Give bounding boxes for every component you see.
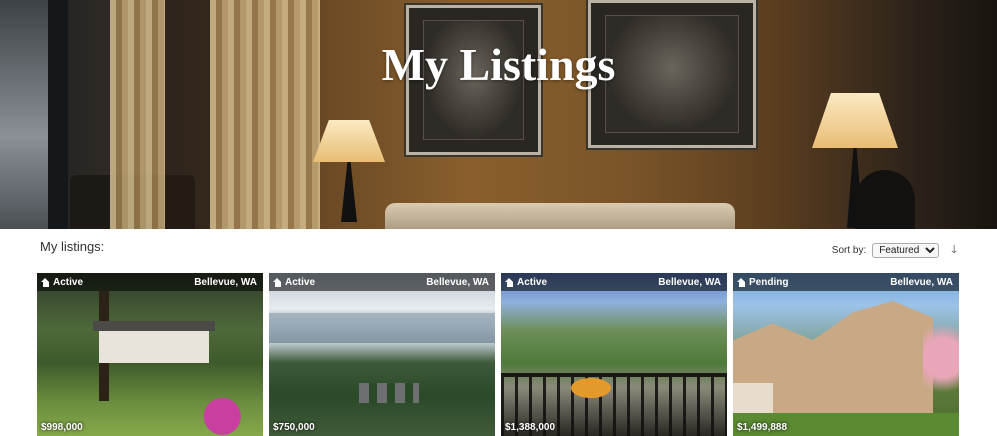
- listing-header-bar: Active Bellevue, WA: [269, 273, 495, 291]
- listing-card[interactable]: Active Bellevue, WA $998,000: [37, 273, 263, 436]
- listing-header-bar: Pending Bellevue, WA: [733, 273, 959, 291]
- listing-price: $1,388,000: [505, 422, 556, 433]
- listing-location: Bellevue, WA: [194, 276, 257, 288]
- listing-price: $1,499,888: [737, 422, 788, 433]
- listing-price: $750,000: [273, 422, 315, 433]
- listing-price: $998,000: [41, 422, 83, 433]
- listing-photo[interactable]: [37, 273, 263, 436]
- sort-label: Sort by:: [831, 245, 867, 256]
- hero-armchair: [855, 170, 915, 229]
- listing-status: Active: [41, 277, 83, 288]
- listing-card[interactable]: Pending Bellevue, WA $1,499,888: [733, 273, 959, 436]
- listing-location: Bellevue, WA: [890, 276, 953, 288]
- listing-header-bar: Active Bellevue, WA: [501, 273, 727, 291]
- hero-banner: My Listings: [0, 0, 997, 229]
- sort-control: Sort by: Featured 🡓: [832, 241, 957, 260]
- home-icon: [505, 277, 514, 287]
- listing-status: Pending: [737, 277, 788, 288]
- listing-photo[interactable]: [501, 273, 727, 436]
- listing-header-bar: Active Bellevue, WA: [37, 273, 263, 291]
- listing-photo[interactable]: [733, 273, 959, 436]
- hero-curtain-shadow: [165, 0, 210, 229]
- listing-location: Bellevue, WA: [658, 276, 721, 288]
- listing-photo[interactable]: [269, 273, 495, 436]
- home-icon: [273, 277, 282, 287]
- home-icon: [737, 277, 746, 287]
- listing-status: Active: [505, 277, 547, 288]
- listings-grid: Active Bellevue, WA $998,000 Active Bell…: [37, 273, 959, 436]
- listing-location: Bellevue, WA: [426, 276, 489, 288]
- listing-status-label: Pending: [749, 276, 789, 288]
- listing-status-label: Active: [517, 276, 548, 288]
- listing-status-label: Active: [53, 276, 84, 288]
- listings-heading: My listings:: [40, 239, 105, 254]
- home-icon: [41, 277, 50, 287]
- page-title: My Listings: [381, 39, 616, 90]
- hero-curtain: [210, 0, 320, 229]
- listing-status: Active: [273, 277, 315, 288]
- listing-card[interactable]: Active Bellevue, WA $1,388,000: [501, 273, 727, 436]
- hero-curtain: [110, 0, 165, 229]
- listing-card[interactable]: Active Bellevue, WA $750,000: [269, 273, 495, 436]
- sort-select[interactable]: Featured: [872, 243, 940, 258]
- hero-sofa: [385, 203, 735, 229]
- hero-window-frame: [48, 0, 68, 229]
- listing-status-label: Active: [285, 276, 316, 288]
- arrow-down-icon[interactable]: 🡓: [951, 241, 957, 260]
